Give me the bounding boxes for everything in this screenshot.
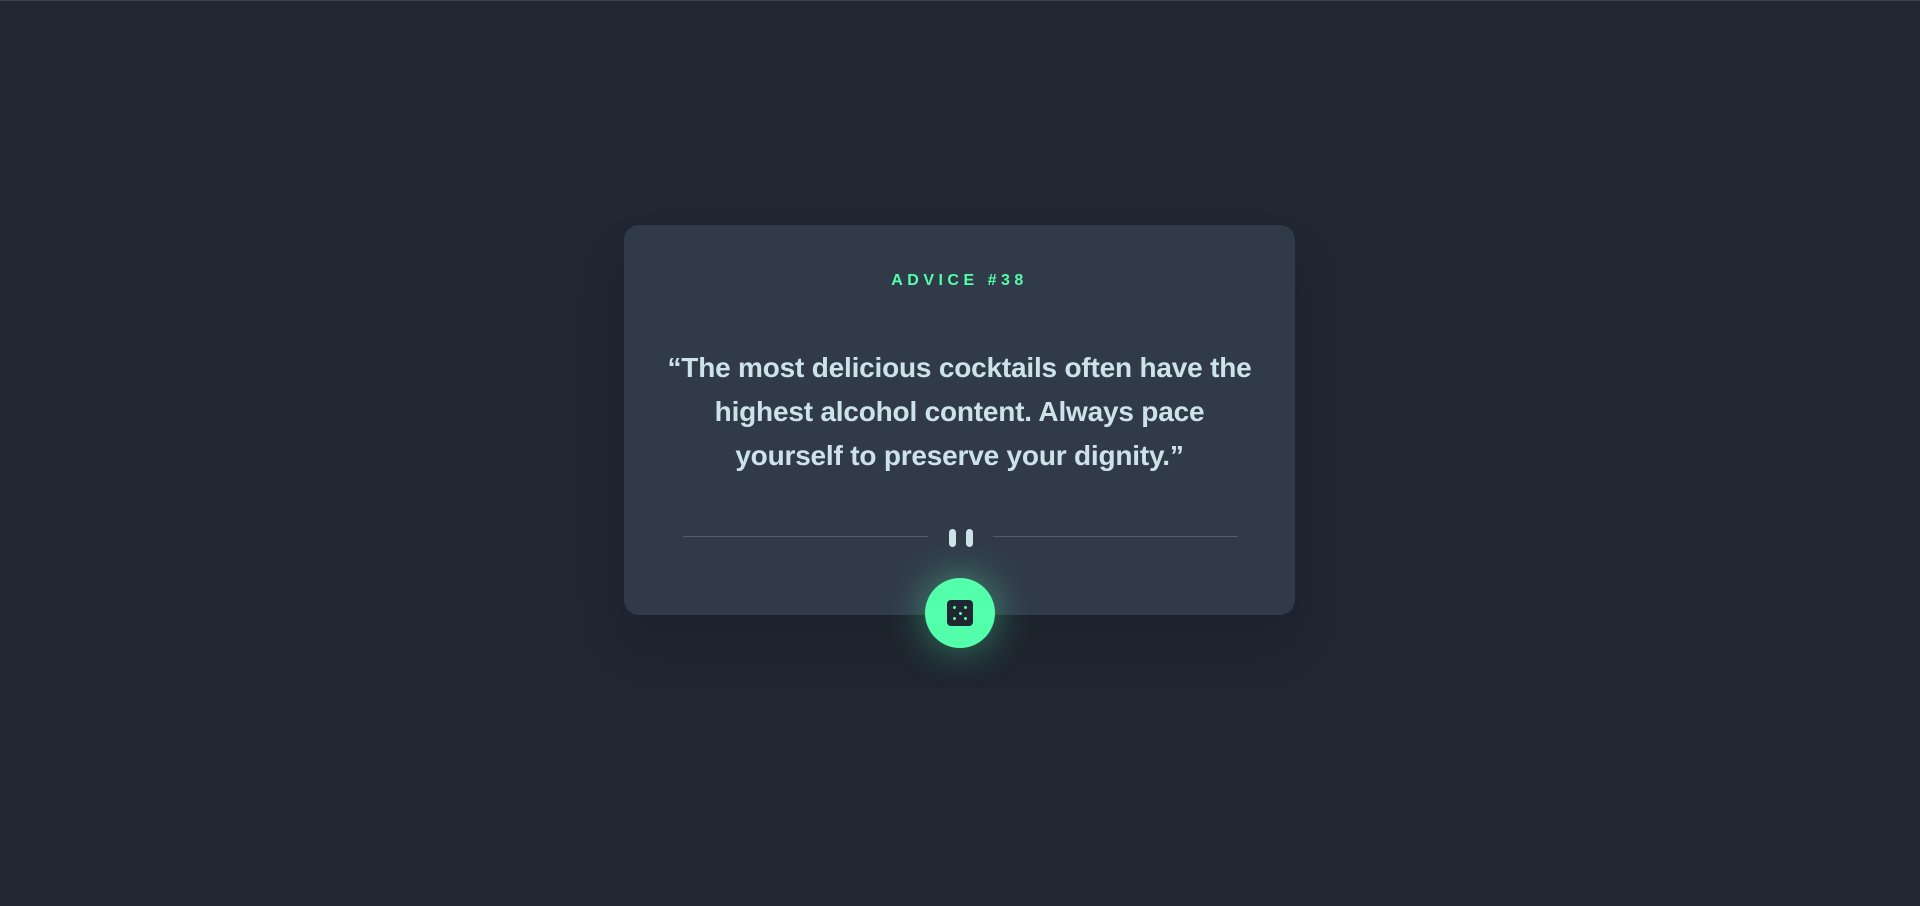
divider-line-right [993,536,1238,537]
advice-card: ADVICE #38 “The most delicious cocktails… [624,225,1295,615]
pause-icon [947,529,974,547]
divider [683,529,1238,547]
top-border [0,0,1920,1]
advice-text: “The most delicious cocktails often have… [667,352,1252,471]
divider-line-left [683,536,928,537]
dice-icon [947,600,973,626]
advice-id: ADVICE #38 [891,272,1028,289]
new-advice-button[interactable] [925,578,995,648]
